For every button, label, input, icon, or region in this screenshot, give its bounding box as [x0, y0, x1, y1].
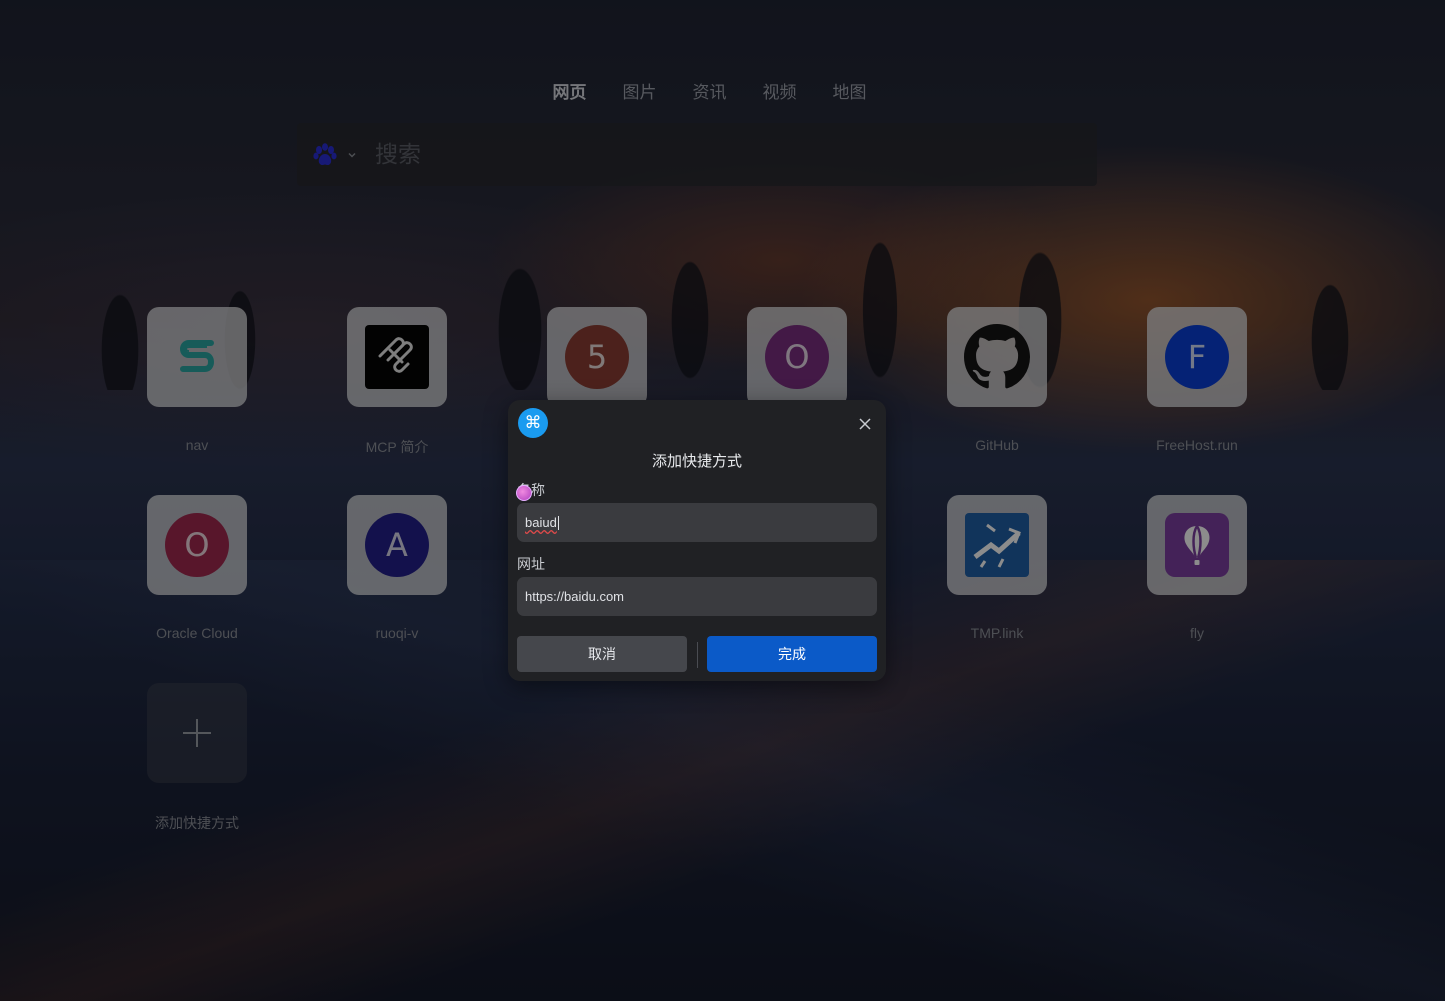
close-icon[interactable]	[858, 417, 872, 431]
command-logo-icon: ⌘	[518, 408, 548, 438]
url-field[interactable]: https://baidu.com	[517, 577, 877, 616]
add-shortcut-dialog: ⌘ 添加快捷方式 名称 baiud 网址 https://baidu.com 取…	[508, 400, 886, 681]
name-field[interactable]: baiud	[517, 503, 877, 542]
text-cursor	[557, 515, 559, 530]
url-field-value: https://baidu.com	[525, 589, 624, 604]
name-field-value: baiud	[525, 515, 557, 530]
done-button[interactable]: 完成	[707, 636, 877, 672]
url-label: 网址	[517, 556, 545, 572]
extension-badge-icon	[516, 485, 532, 501]
button-divider	[697, 642, 698, 668]
dialog-title: 添加快捷方式	[651, 453, 742, 470]
cancel-button[interactable]: 取消	[517, 636, 687, 672]
